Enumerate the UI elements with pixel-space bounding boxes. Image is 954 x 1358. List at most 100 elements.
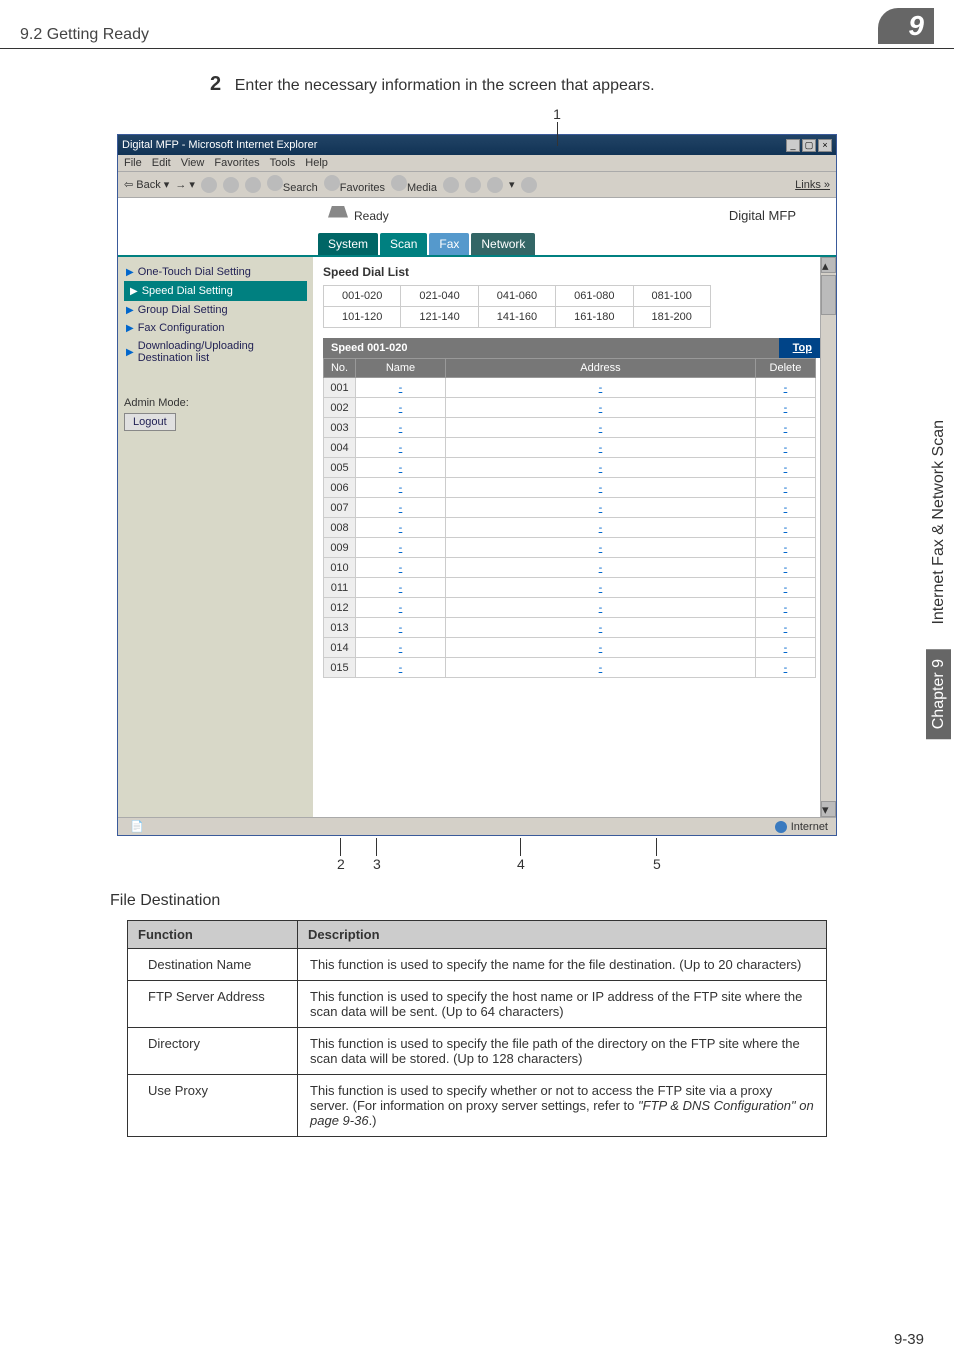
mail-icon[interactable] (465, 177, 481, 193)
cell-name[interactable]: - (356, 518, 446, 538)
table-row: 009--- (324, 538, 816, 558)
forward-button[interactable]: → ▾ (175, 178, 195, 191)
scroll-down-button[interactable]: ▾ (821, 801, 836, 817)
stop-icon[interactable] (201, 177, 217, 193)
home-icon[interactable] (245, 177, 261, 193)
cell-name[interactable]: - (356, 398, 446, 418)
cell-name[interactable]: - (356, 578, 446, 598)
cell-delete[interactable]: - (755, 638, 815, 658)
cell-address[interactable]: - (446, 478, 756, 498)
cell-name[interactable]: - (356, 538, 446, 558)
cell-name[interactable]: - (356, 558, 446, 578)
cell-delete[interactable]: - (755, 578, 815, 598)
cell-delete[interactable]: - (755, 598, 815, 618)
cell-address[interactable]: - (446, 438, 756, 458)
sidebar-item-group-dial[interactable]: ▶Group Dial Setting (124, 301, 307, 319)
cell-name[interactable]: - (356, 418, 446, 438)
cell-address[interactable]: - (446, 638, 756, 658)
menu-file[interactable]: File (124, 157, 142, 169)
page-range[interactable]: 101-120 (324, 307, 401, 328)
cell-delete[interactable]: - (755, 478, 815, 498)
cell-address[interactable]: - (446, 498, 756, 518)
back-button[interactable]: ⇦ Back ▾ (124, 178, 169, 191)
cell-delete[interactable]: - (755, 378, 815, 398)
sidebar-item-one-touch[interactable]: ▶One-Touch Dial Setting (124, 263, 307, 281)
refresh-icon[interactable] (223, 177, 239, 193)
links-label[interactable]: Links » (795, 179, 830, 191)
cell-delete[interactable]: - (755, 458, 815, 478)
cell-delete[interactable]: - (755, 558, 815, 578)
menu-favorites[interactable]: Favorites (214, 157, 259, 169)
cell-name[interactable]: - (356, 658, 446, 678)
tab-scan[interactable]: Scan (380, 233, 427, 255)
print-icon[interactable] (487, 177, 503, 193)
cell-name[interactable]: - (356, 598, 446, 618)
search-button[interactable]: Search (267, 175, 318, 194)
sidebar-item-fax-config[interactable]: ▶Fax Configuration (124, 319, 307, 337)
scroll-thumb[interactable] (821, 275, 836, 315)
favorites-button[interactable]: Favorites (324, 175, 385, 194)
tab-network[interactable]: Network (471, 233, 535, 255)
cell-delete[interactable]: - (755, 498, 815, 518)
sidebar-item-download-upload[interactable]: ▶Downloading/Uploading Destination list (124, 337, 307, 367)
cell-delete[interactable]: - (755, 618, 815, 638)
cell-delete[interactable]: - (755, 518, 815, 538)
cell-delete[interactable]: - (755, 538, 815, 558)
cell-no: 009 (324, 538, 356, 558)
tab-fax[interactable]: Fax (429, 233, 469, 255)
cell-address[interactable]: - (446, 618, 756, 638)
cell-address[interactable]: - (446, 518, 756, 538)
cell-address[interactable]: - (446, 398, 756, 418)
cell-delete[interactable]: - (755, 398, 815, 418)
menu-edit[interactable]: Edit (152, 157, 171, 169)
scrollbar[interactable]: ▴ ▾ (820, 257, 836, 817)
close-button[interactable]: × (818, 139, 832, 152)
globe-icon (775, 821, 787, 833)
page-range[interactable]: 081-100 (633, 286, 710, 307)
cell-name[interactable]: - (356, 458, 446, 478)
page-range[interactable]: 001-020 (324, 286, 401, 307)
cell-address[interactable]: - (446, 578, 756, 598)
menu-view[interactable]: View (181, 157, 205, 169)
media-button[interactable]: Media (391, 175, 437, 194)
cell-address[interactable]: - (446, 598, 756, 618)
menu-tools[interactable]: Tools (270, 157, 296, 169)
history-icon[interactable] (443, 177, 459, 193)
minimize-button[interactable]: _ (786, 139, 800, 152)
page-range[interactable]: 121-140 (401, 307, 478, 328)
cell-name[interactable]: - (356, 498, 446, 518)
step-number: 2 (210, 73, 221, 95)
top-link[interactable]: Top (779, 338, 826, 358)
cell-address[interactable]: - (446, 458, 756, 478)
cell-address[interactable]: - (446, 378, 756, 398)
page-range[interactable]: 161-180 (556, 307, 633, 328)
cell-address[interactable]: - (446, 418, 756, 438)
ie-window: Digital MFP - Microsoft Internet Explore… (117, 134, 837, 836)
logout-button[interactable]: Logout (124, 413, 176, 431)
page-range[interactable]: 041-060 (478, 286, 555, 307)
page-range[interactable]: 061-080 (556, 286, 633, 307)
tab-system[interactable]: System (318, 233, 378, 255)
cell-name[interactable]: - (356, 438, 446, 458)
list-title: Speed Dial List (323, 265, 826, 279)
cell-name[interactable]: - (356, 378, 446, 398)
cell-name[interactable]: - (356, 478, 446, 498)
cell-delete[interactable]: - (755, 418, 815, 438)
table-row: 013--- (324, 618, 816, 638)
menu-help[interactable]: Help (305, 157, 328, 169)
page-range[interactable]: 021-040 (401, 286, 478, 307)
sidebar-item-speed-dial[interactable]: ▶Speed Dial Setting (124, 281, 307, 301)
cell-name[interactable]: - (356, 618, 446, 638)
page-range[interactable]: 141-160 (478, 307, 555, 328)
cell-address[interactable]: - (446, 558, 756, 578)
cell-address[interactable]: - (446, 658, 756, 678)
page-range[interactable]: 181-200 (633, 307, 710, 328)
cell-delete[interactable]: - (755, 438, 815, 458)
cell-name[interactable]: - (356, 638, 446, 658)
maximize-button[interactable]: ▢ (802, 139, 816, 152)
cell-address[interactable]: - (446, 538, 756, 558)
scroll-up-button[interactable]: ▴ (821, 257, 836, 273)
cell-delete[interactable]: - (755, 658, 815, 678)
edit-icon[interactable] (521, 177, 537, 193)
speed-dial-table: No. Name Address Delete 001---002---003-… (323, 358, 816, 678)
